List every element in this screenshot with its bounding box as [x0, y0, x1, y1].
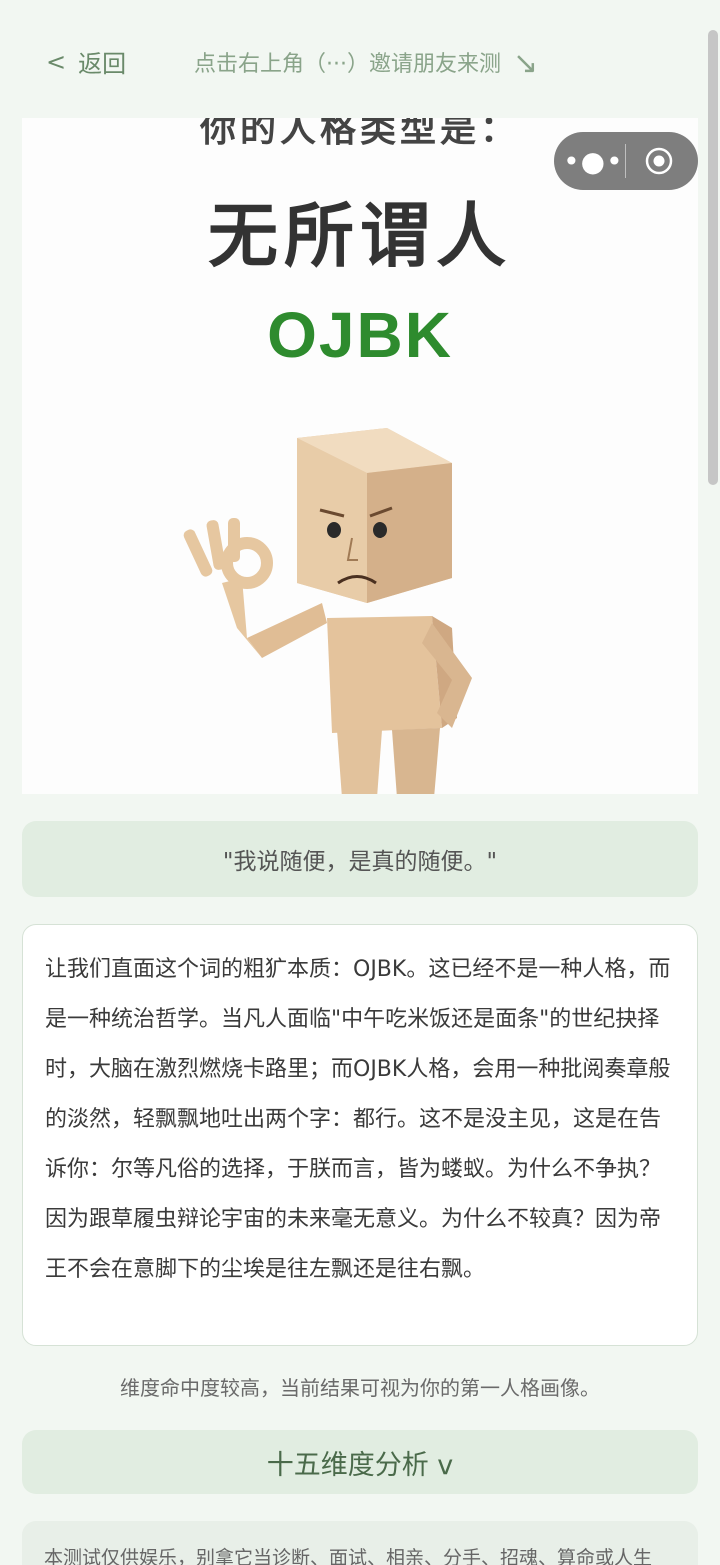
more-icon[interactable]: •●• [563, 145, 623, 178]
back-label: 返回 [78, 50, 127, 78]
scrollbar[interactable] [708, 30, 718, 485]
arrow-down-right-icon: ↘ [512, 46, 539, 81]
back-button[interactable]: < 返回 [46, 44, 126, 79]
share-hint-text: 点击右上角（···）邀请朋友来测 [194, 51, 501, 77]
target-icon[interactable] [629, 146, 689, 176]
personality-quote: "我说随便，是真的随便。" [22, 821, 698, 897]
personality-type-code: OJBK [267, 299, 453, 371]
ok-gesture-figure-illustration [183, 428, 472, 794]
dimension-analysis-button[interactable]: 十五维度分析 v [22, 1430, 698, 1494]
confidence-note: 维度命中度较高，当前结果可视为你的第一人格画像。 [120, 1376, 600, 1400]
capsule-divider [625, 144, 627, 178]
chevron-left-icon: < [46, 47, 67, 76]
result-image: 你的人格类型是： 无所谓人 OJBK [22, 118, 698, 794]
personality-type-name: 无所谓人 [208, 195, 512, 277]
share-hint: 点击右上角（···）邀请朋友来测 ↘ [194, 44, 539, 81]
top-navigation-bar: < 返回 点击右上角（···）邀请朋友来测 ↘ [0, 0, 720, 118]
miniprogram-capsule: •●• [554, 132, 698, 190]
disclaimer: 本测试仅供娱乐，别拿它当诊断、面试、相亲、分手、招魂、算命或人生 [22, 1521, 698, 1565]
personality-description: 让我们直面这个词的粗犷本质：OJBK。这已经不是一种人格，而是一种统治哲学。当凡… [22, 924, 698, 1346]
